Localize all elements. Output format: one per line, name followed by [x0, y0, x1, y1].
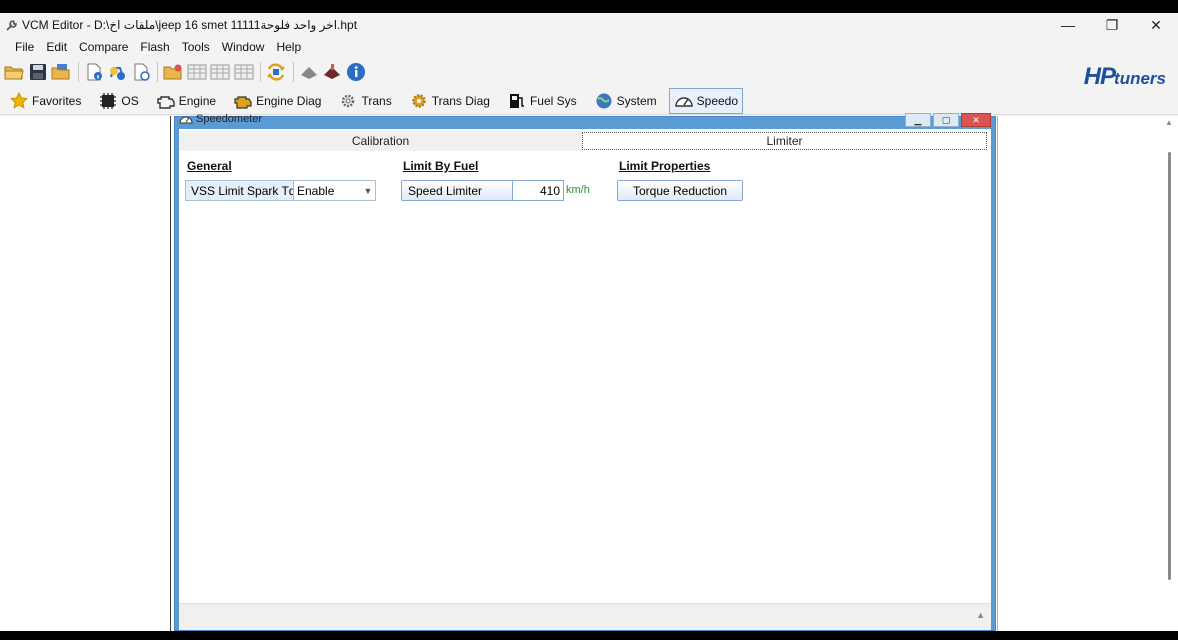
nav-system[interactable]: System: [589, 88, 662, 114]
chip-icon: [98, 91, 118, 111]
section-limit-properties: Limit Properties: [619, 159, 711, 173]
engine-diag-icon: [233, 91, 253, 111]
nav-speedo[interactable]: Speedo: [668, 87, 744, 114]
load-folder-icon[interactable]: [162, 61, 184, 83]
menu-window[interactable]: Window: [216, 40, 271, 54]
fuel-pump-icon: [507, 91, 527, 111]
menu-tools[interactable]: Tools: [176, 40, 216, 54]
engine-icon: [156, 91, 176, 111]
vss-limit-value: Enable: [297, 183, 335, 198]
child-window-title: Speedometer: [196, 113, 263, 125]
save-icon[interactable]: [27, 61, 49, 83]
speed-limiter-input[interactable]: 410: [512, 180, 564, 201]
minimize-button[interactable]: —: [1046, 13, 1090, 37]
module-nav-bar: Favorites OS Engine Engine Diag Trans Tr…: [0, 87, 1178, 115]
vss-limit-dropdown[interactable]: VSS Limit Spark TqMgt Enable ▼: [185, 180, 376, 201]
menu-file[interactable]: File: [9, 40, 40, 54]
nav-engine[interactable]: Engine: [151, 88, 221, 114]
tab-calibration[interactable]: Calibration: [179, 131, 582, 151]
table-icon[interactable]: [209, 61, 231, 83]
child-maximize-button[interactable]: ▢: [933, 113, 959, 127]
menu-edit[interactable]: Edit: [40, 40, 73, 54]
child-status-bar: ▲: [179, 603, 991, 630]
window-title: VCM Editor - D:\ملفات اخ\jeep 16 smet 11…: [22, 18, 358, 32]
write-vehicle-icon[interactable]: [298, 61, 320, 83]
maximize-button[interactable]: ❐: [1090, 13, 1134, 37]
menu-flash[interactable]: Flash: [134, 40, 175, 54]
title-bar: VCM Editor - D:\ملفات اخ\jeep 16 smet 11…: [0, 13, 1178, 37]
workspace-divider: [170, 116, 171, 631]
workspace-divider: [997, 116, 998, 631]
section-limit-by-fuel: Limit By Fuel: [403, 159, 479, 173]
nav-trans-diag[interactable]: Trans Diag: [404, 88, 495, 114]
tab-limiter[interactable]: Limiter: [582, 132, 987, 150]
toolbar-separator: [292, 62, 294, 82]
speedometer-icon: [179, 113, 193, 125]
save-as-icon[interactable]: [50, 61, 72, 83]
toolbar-separator: [77, 62, 79, 82]
nav-trans[interactable]: Trans: [333, 88, 396, 114]
scroll-up-icon[interactable]: ▲: [976, 610, 985, 620]
file-info-icon[interactable]: [83, 61, 105, 83]
compare-file-icon[interactable]: [130, 61, 152, 83]
trans-diag-icon: [409, 91, 429, 111]
scroll-up-icon[interactable]: ▲: [1165, 118, 1173, 127]
workspace-scrollbar[interactable]: ▲: [1161, 116, 1178, 631]
wrench-icon: [4, 18, 18, 32]
vehicle-info-icon[interactable]: [106, 61, 128, 83]
app-window: VCM Editor - D:\ملفات اخ\jeep 16 smet 11…: [0, 13, 1178, 631]
speedometer-window: Speedometer ▁ ▢ ✕ Calibration Limiter Ge…: [174, 113, 996, 631]
vss-limit-label: VSS Limit Spark TqMgt: [186, 181, 294, 200]
nav-engine-diag[interactable]: Engine Diag: [228, 88, 326, 114]
toolbar-separator: [157, 62, 158, 82]
section-general: General: [187, 159, 232, 173]
speed-unit-label: km/h: [566, 184, 590, 196]
scrollbar-thumb[interactable]: [1168, 152, 1171, 580]
speed-limiter-button[interactable]: Speed Limiter: [401, 180, 513, 201]
child-title-bar: Speedometer ▁ ▢ ✕: [175, 113, 995, 127]
gear-icon: [338, 91, 358, 111]
close-button[interactable]: ✕: [1134, 13, 1178, 37]
torque-reduction-button[interactable]: Torque Reduction: [617, 180, 743, 201]
toolbar-separator: [260, 62, 261, 82]
open-folder-icon[interactable]: [3, 61, 25, 83]
nav-fuel-sys[interactable]: Fuel Sys: [502, 88, 582, 114]
read-vehicle-icon[interactable]: [321, 61, 343, 83]
tab-strip: Calibration Limiter: [179, 131, 991, 151]
globe-icon: [594, 91, 614, 111]
menu-help[interactable]: Help: [270, 40, 307, 54]
child-close-button[interactable]: ✕: [961, 113, 991, 127]
nav-os[interactable]: OS: [93, 88, 143, 114]
star-icon: [9, 91, 29, 111]
chevron-down-icon[interactable]: ▼: [361, 186, 375, 196]
swap-icon[interactable]: [265, 61, 287, 83]
speedometer-icon: [674, 91, 694, 111]
menu-bar: File Edit Compare Flash Tools Window Hel…: [0, 37, 1178, 57]
table-icon[interactable]: [186, 61, 208, 83]
toolbar: HP tuners: [0, 57, 1178, 90]
nav-favorites[interactable]: Favorites: [4, 88, 86, 114]
speedometer-client-area: Calibration Limiter General Limit By Fue…: [179, 129, 991, 630]
table-icon[interactable]: [233, 61, 255, 83]
info-icon[interactable]: [345, 61, 367, 83]
menu-compare[interactable]: Compare: [73, 40, 134, 54]
mdi-workspace: Speedometer ▁ ▢ ✕ Calibration Limiter Ge…: [0, 113, 1178, 631]
child-minimize-button[interactable]: ▁: [905, 113, 931, 127]
